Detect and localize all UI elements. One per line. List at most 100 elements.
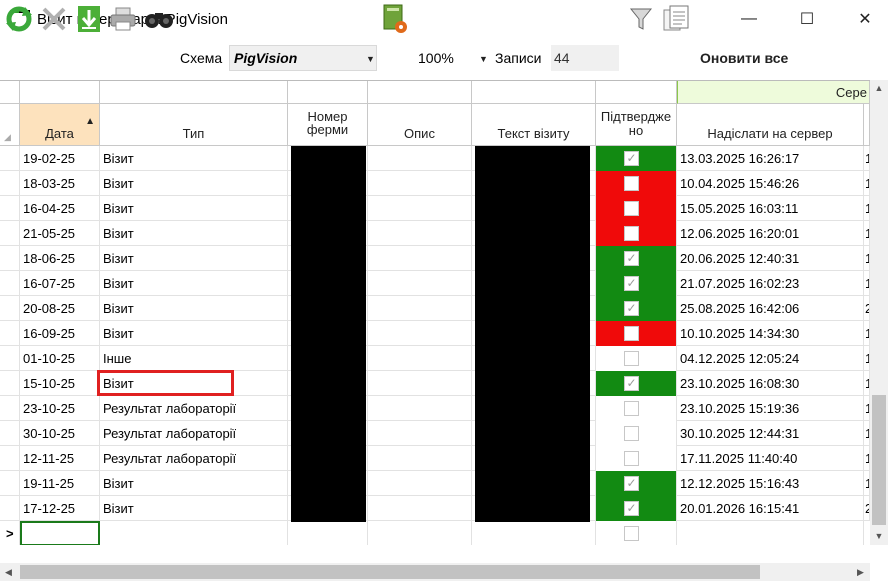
confirmed-checkbox[interactable]: [624, 326, 639, 341]
confirmed-checkbox[interactable]: [624, 201, 639, 216]
new-row-farm-cell[interactable]: [288, 521, 368, 545]
row-header[interactable]: [0, 396, 20, 421]
date-cell[interactable]: 20-08-25: [20, 296, 100, 321]
table-row[interactable]: 16-04-25Візит15.05.2025 16:03:111: [0, 196, 870, 221]
download-icon[interactable]: [74, 4, 104, 34]
type-cell[interactable]: Візит: [100, 271, 288, 296]
column-header-farm-number[interactable]: Номер ферми: [288, 104, 368, 146]
binoculars-icon[interactable]: [142, 4, 176, 34]
confirmed-cell[interactable]: ✓: [596, 371, 677, 396]
send-to-server-cell[interactable]: 12.06.2025 16:20:01: [677, 221, 864, 246]
type-cell[interactable]: Візит: [100, 471, 288, 496]
close-button[interactable]: ✕: [836, 0, 894, 38]
send-to-server-cell[interactable]: 30.10.2025 12:44:31: [677, 421, 864, 446]
confirmed-cell[interactable]: [596, 421, 677, 446]
type-cell[interactable]: Візит: [100, 171, 288, 196]
table-row[interactable]: 20-08-25Візит✓25.08.2025 16:42:062: [0, 296, 870, 321]
description-cell[interactable]: [368, 346, 472, 371]
type-cell[interactable]: Візит: [100, 246, 288, 271]
description-cell[interactable]: [368, 471, 472, 496]
type-cell[interactable]: Візит: [100, 321, 288, 346]
table-row[interactable]: 23-10-25 Результат лабораторії 23.10.2025 …: [0, 396, 870, 421]
type-cell[interactable]: Візит: [100, 221, 288, 246]
horizontal-scrollbar[interactable]: ◀ ▶: [0, 563, 870, 581]
confirmed-checkbox[interactable]: [624, 426, 639, 441]
description-cell[interactable]: [368, 321, 472, 346]
description-cell[interactable]: [368, 221, 472, 246]
new-row-type-cell[interactable]: [100, 521, 288, 545]
confirmed-checkbox[interactable]: ✓: [624, 376, 639, 391]
row-header[interactable]: [0, 146, 20, 171]
date-cell[interactable]: 12-11-25: [20, 446, 100, 471]
type-cell[interactable]: Результат лабораторії: [100, 421, 288, 446]
confirmed-cell[interactable]: [596, 321, 677, 346]
send-to-server-cell[interactable]: 13.03.2025 16:26:17: [677, 146, 864, 171]
description-cell[interactable]: [368, 396, 472, 421]
send-to-server-cell[interactable]: 21.07.2025 16:02:23: [677, 271, 864, 296]
type-cell[interactable]: Результат лабораторії: [100, 396, 288, 421]
confirmed-cell[interactable]: ✓: [596, 146, 677, 171]
vertical-scroll-thumb[interactable]: [872, 395, 886, 525]
description-cell[interactable]: [368, 171, 472, 196]
send-to-server-cell[interactable]: 17.11.2025 11:40:40: [677, 446, 864, 471]
date-cell[interactable]: 19-11-25: [20, 471, 100, 496]
confirmed-cell[interactable]: [596, 446, 677, 471]
send-to-server-cell[interactable]: 15.05.2025 16:03:11: [677, 196, 864, 221]
table-row[interactable]: 19-02-25Візит✓13.03.2025 16:26:171: [0, 146, 870, 171]
schema-select[interactable]: PigVision: [229, 45, 377, 71]
table-row[interactable]: 17-12-25Візит✓20.01.2026 16:15:412: [0, 496, 870, 521]
scroll-right-icon[interactable]: ▶: [852, 563, 869, 581]
description-cell[interactable]: [368, 146, 472, 171]
confirmed-checkbox[interactable]: [624, 226, 639, 241]
send-to-server-cell[interactable]: 25.08.2025 16:42:06: [677, 296, 864, 321]
row-header[interactable]: [0, 346, 20, 371]
row-header[interactable]: [0, 496, 20, 521]
type-cell[interactable]: Візит: [100, 146, 288, 171]
description-cell[interactable]: [368, 371, 472, 396]
description-cell[interactable]: [368, 271, 472, 296]
confirmed-cell[interactable]: [596, 396, 677, 421]
maximize-button[interactable]: ☐: [778, 0, 836, 38]
description-cell[interactable]: [368, 446, 472, 471]
description-cell[interactable]: [368, 421, 472, 446]
confirmed-cell[interactable]: ✓: [596, 296, 677, 321]
schema-dropdown-icon[interactable]: ▼: [366, 54, 375, 64]
row-header[interactable]: [0, 171, 20, 196]
scroll-down-icon[interactable]: ▼: [870, 528, 888, 545]
confirmed-cell[interactable]: ✓: [596, 271, 677, 296]
send-to-server-cell[interactable]: 20.01.2026 16:15:41: [677, 496, 864, 521]
filter-icon[interactable]: [626, 4, 656, 34]
column-header-visit-text[interactable]: Текст візиту: [472, 104, 596, 146]
table-row[interactable]: 30-10-25 Результат лабораторії 30.10.2025 …: [0, 421, 870, 446]
row-header[interactable]: [0, 221, 20, 246]
description-cell[interactable]: [368, 196, 472, 221]
type-cell[interactable]: Результат лабораторії: [100, 446, 288, 471]
new-row[interactable]: >: [0, 521, 870, 545]
date-cell[interactable]: 01-10-25: [20, 346, 100, 371]
row-header[interactable]: [0, 196, 20, 221]
column-header-type[interactable]: Тип: [100, 104, 288, 146]
row-header[interactable]: [0, 371, 20, 396]
confirmed-checkbox[interactable]: [624, 401, 639, 416]
refresh-icon[interactable]: [3, 4, 35, 34]
settings-document-icon[interactable]: [380, 4, 410, 34]
scroll-left-icon[interactable]: ◀: [0, 563, 17, 581]
send-to-server-cell[interactable]: 23.10.2025 16:08:30: [677, 371, 864, 396]
new-row-visit-text-cell[interactable]: [472, 521, 596, 545]
type-cell[interactable]: Інше: [100, 346, 288, 371]
new-row-date-cell[interactable]: [20, 521, 100, 545]
minimize-button[interactable]: —: [720, 0, 778, 38]
column-header-confirmed[interactable]: Підтверджено: [596, 104, 677, 146]
confirmed-cell[interactable]: ✓: [596, 496, 677, 521]
new-row-description-cell[interactable]: [368, 521, 472, 545]
horizontal-scroll-thumb[interactable]: [20, 565, 760, 579]
confirmed-cell[interactable]: [596, 196, 677, 221]
confirmed-cell[interactable]: ✓: [596, 246, 677, 271]
table-row[interactable]: 16-07-25Візит✓21.07.2025 16:02:231: [0, 271, 870, 296]
date-cell[interactable]: 16-04-25: [20, 196, 100, 221]
date-cell[interactable]: 17-12-25: [20, 496, 100, 521]
scroll-up-icon[interactable]: ▲: [870, 80, 888, 97]
vertical-scrollbar[interactable]: ▲ ▼: [870, 80, 888, 545]
confirmed-cell[interactable]: ✓: [596, 471, 677, 496]
date-cell[interactable]: 16-09-25: [20, 321, 100, 346]
